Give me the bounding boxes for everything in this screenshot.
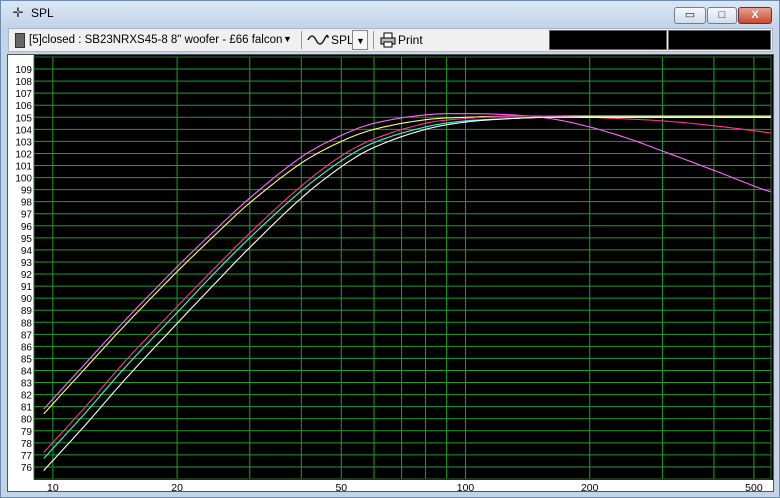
y-tick-label: 107 xyxy=(15,89,32,100)
y-tick-label: 86 xyxy=(21,342,33,353)
toolbar-divider xyxy=(373,31,374,49)
x-tick-label: 500 xyxy=(745,482,763,491)
readout-box-1 xyxy=(549,30,667,50)
print-button[interactable]: Print xyxy=(398,30,423,50)
minimize-button[interactable]: ▭ xyxy=(674,7,706,24)
x-axis-panel xyxy=(8,480,773,492)
y-tick-label: 90 xyxy=(21,294,33,305)
y-tick-label: 89 xyxy=(21,306,33,317)
title-bar[interactable]: ✛ SPL ▭ □ X xyxy=(1,1,779,27)
mode-dropdown-button[interactable]: ▼ xyxy=(352,30,368,50)
y-tick-label: 87 xyxy=(21,330,33,341)
y-tick-label: 78 xyxy=(21,439,33,450)
y-tick-label: 101 xyxy=(15,162,32,173)
y-tick-label: 108 xyxy=(15,77,32,88)
y-tick-label: 91 xyxy=(21,282,33,293)
toolbar: [5]closed : SB23NRXS45-8 8" woofer - £66… xyxy=(8,28,773,52)
y-tick-label: 94 xyxy=(21,246,33,257)
x-tick-label: 50 xyxy=(335,482,347,491)
y-tick-label: 98 xyxy=(21,198,33,209)
y-tick-label: 85 xyxy=(21,354,33,365)
y-tick-label: 100 xyxy=(15,174,32,185)
crosshair-icon: ✛ xyxy=(12,5,24,20)
maximize-button[interactable]: □ xyxy=(707,7,737,24)
y-tick-label: 88 xyxy=(21,318,33,329)
readout-box-2 xyxy=(668,30,771,50)
x-tick-label: 20 xyxy=(171,482,183,491)
mode-select-label[interactable]: SPL xyxy=(331,30,354,50)
spl-window: ✛ SPL ▭ □ X [5]closed : SB23NRXS45-8 8" … xyxy=(0,0,780,498)
window-title: SPL xyxy=(31,6,54,20)
y-tick-label: 77 xyxy=(21,451,33,462)
y-tick-label: 83 xyxy=(21,379,33,390)
waveform-icon[interactable] xyxy=(307,31,329,49)
y-tick-label: 97 xyxy=(21,210,33,221)
project-select[interactable]: [5]closed : SB23NRXS45-8 8" woofer - £66… xyxy=(29,30,299,50)
close-button[interactable]: X xyxy=(738,7,772,24)
x-tick-label: 200 xyxy=(581,482,599,491)
y-tick-label: 81 xyxy=(21,403,33,414)
y-tick-label: 92 xyxy=(21,270,33,281)
chevron-down-icon[interactable]: ▼ xyxy=(283,34,292,44)
x-tick-label: 10 xyxy=(47,482,59,491)
toolbar-divider xyxy=(301,31,302,49)
y-tick-label: 109 xyxy=(15,65,32,76)
y-tick-label: 95 xyxy=(21,234,33,245)
document-icon xyxy=(15,33,25,48)
spl-chart[interactable]: 7677787980818283 848586878889909192939495… xyxy=(8,55,773,494)
spl-plot-area[interactable]: 76 77 78 79 80 81 82 83 84 85 86 87 88 89 90 91 92 93 94 95… xyxy=(7,54,774,494)
x-tick-label: 100 xyxy=(457,482,475,491)
y-tick-label: 106 xyxy=(15,101,32,112)
y-tick-label: 82 xyxy=(21,391,33,402)
chevron-down-icon: ▼ xyxy=(356,36,365,46)
y-tick-label: 102 xyxy=(15,149,32,160)
y-tick-label: 105 xyxy=(15,113,32,124)
y-tick-label: 80 xyxy=(21,415,33,426)
y-tick-label: 99 xyxy=(21,186,33,197)
y-tick-label: 84 xyxy=(21,366,33,377)
y-tick-label: 79 xyxy=(21,427,33,438)
y-tick-label: 76 xyxy=(21,463,33,474)
y-tick-label: 103 xyxy=(15,137,32,148)
y-tick-label: 96 xyxy=(21,222,33,233)
printer-icon[interactable] xyxy=(380,32,396,48)
y-tick-label: 93 xyxy=(21,258,33,269)
y-tick-label: 104 xyxy=(15,125,32,136)
